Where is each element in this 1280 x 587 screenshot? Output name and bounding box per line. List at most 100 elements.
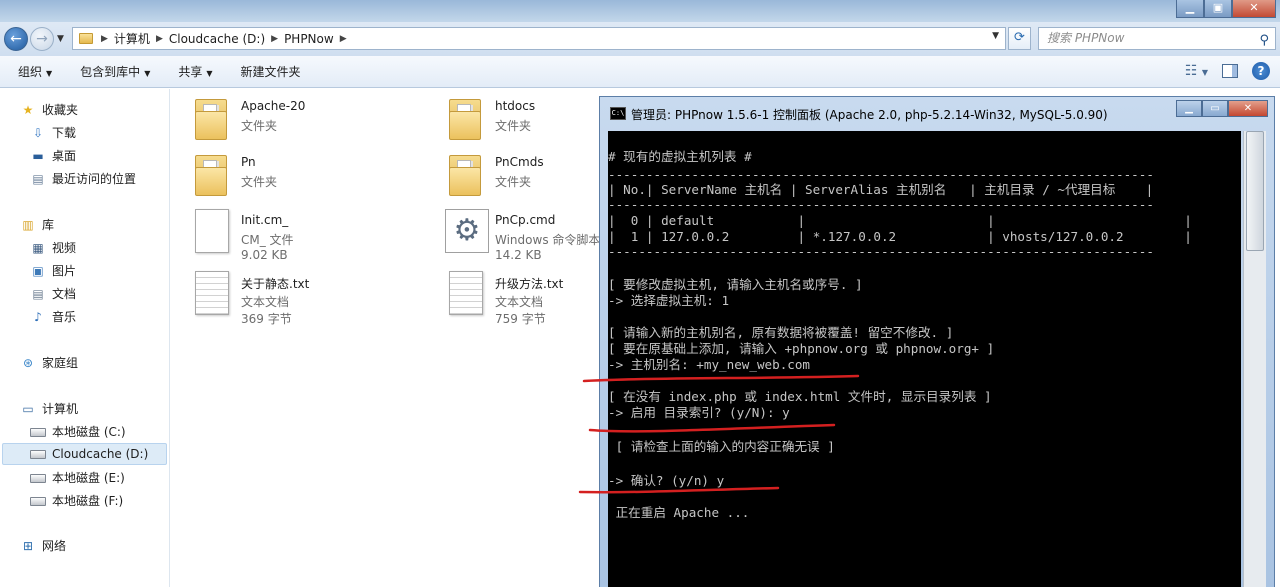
maximize-button[interactable]: ▣: [1204, 0, 1232, 18]
window-controls: ▁ ▣ ✕: [1176, 0, 1276, 18]
file-type: 文本文档: [495, 295, 544, 309]
chevron-right-icon[interactable]: ▶: [271, 34, 278, 44]
drive-icon: [30, 496, 46, 506]
console-line: ----------------------------------------…: [608, 244, 1154, 259]
scrollbar-thumb[interactable]: [1246, 131, 1264, 251]
breadcrumb-computer[interactable]: 计算机: [114, 30, 150, 47]
console-output[interactable]: # 现有的虚拟主机列表 # --------------------------…: [608, 131, 1241, 587]
sidebar-label: Cloudcache (D:): [52, 447, 149, 461]
sidebar-item-desktop[interactable]: ▬ 桌面: [30, 145, 76, 167]
sidebar-item-drive-f[interactable]: 本地磁盘 (F:): [30, 490, 123, 512]
folder-icon: [191, 151, 235, 197]
library-icon: ▥: [22, 218, 34, 232]
folder-icon: [445, 151, 489, 197]
file-name: 升级方法.txt: [495, 277, 564, 291]
sidebar-item-music[interactable]: ♪ 音乐: [30, 306, 76, 328]
file-size: 9.02 KB: [241, 248, 288, 262]
sidebar-label: 视频: [52, 241, 77, 255]
file-name: PnCp.cmd: [495, 213, 556, 227]
network-icon: ⊞: [22, 539, 34, 553]
address-bar[interactable]: ▶ 计算机 ▶ Cloudcache (D:) ▶ PHPNow ▶ ▼: [72, 27, 1006, 50]
sidebar-computer[interactable]: ▭ 计算机: [20, 398, 78, 420]
share-button[interactable]: 共享 ▼: [178, 63, 212, 80]
sidebar-homegroup[interactable]: ⊛ 家庭组: [20, 352, 78, 374]
file-type: 文件夹: [495, 119, 532, 133]
console-line: [ 请输入新的主机别名, 原有数据将被覆盖! 留空不修改. ]: [608, 325, 954, 340]
new-folder-button[interactable]: 新建文件夹: [241, 63, 301, 80]
organize-label: 组织: [18, 65, 43, 79]
drive-icon: [30, 449, 46, 459]
document-icon: ▤: [32, 287, 44, 301]
close-button[interactable]: ✕: [1232, 0, 1276, 18]
console-line: ----------------------------------------…: [608, 167, 1154, 182]
forward-button[interactable]: →: [30, 27, 54, 51]
drive-icon: [30, 473, 46, 483]
share-label: 共享: [178, 65, 203, 79]
file-name: Pn: [241, 155, 256, 169]
chevron-down-icon: ▼: [46, 69, 53, 78]
sidebar-item-recent[interactable]: ▤ 最近访问的位置: [30, 168, 136, 190]
sidebar-item-downloads[interactable]: ⇩ 下载: [30, 122, 76, 144]
file-size: 14.2 KB: [495, 248, 542, 262]
console-window[interactable]: C:\ 管理员: PHPnow 1.5.6-1 控制面板 (Apache 2.0…: [599, 96, 1275, 587]
sidebar-item-videos[interactable]: ▦ 视频: [30, 237, 76, 259]
console-scrollbar[interactable]: [1243, 131, 1266, 587]
text-file-icon: [445, 271, 489, 317]
console-line: [ 在没有 index.php 或 index.html 文件时, 显示目录列表…: [608, 389, 992, 404]
chevron-right-icon[interactable]: ▶: [340, 34, 347, 44]
sidebar-item-drive-e[interactable]: 本地磁盘 (E:): [30, 467, 125, 489]
console-line: [ 要在原基础上添加, 请输入 +phpnow.org 或 phpnow.org…: [608, 341, 995, 356]
sidebar-libraries[interactable]: ▥ 库: [20, 214, 54, 236]
sidebar-item-drive-c[interactable]: 本地磁盘 (C:): [30, 421, 126, 443]
file-name: PnCmds: [495, 155, 544, 169]
view-options-icon[interactable]: ☷ ▼: [1185, 63, 1208, 79]
console-line: [ 请检查上面的输入的内容正确无误 ]: [608, 439, 835, 454]
command-bar: 组织 ▼ 包含到库中 ▼ 共享 ▼ 新建文件夹 ☷ ▼ ?: [0, 56, 1280, 88]
sidebar-label: 下载: [52, 126, 77, 140]
refresh-button[interactable]: ⟳: [1008, 27, 1031, 50]
picture-icon: ▣: [32, 264, 44, 278]
navigation-pane: ★ 收藏夹 ⇩ 下载 ▬ 桌面 ▤ 最近访问的位置 ▥ 库 ▦ 视频 ▣ 图片 ▤ 文档 ♪ 音乐…: [0, 89, 170, 587]
sidebar-item-pictures[interactable]: ▣ 图片: [30, 260, 76, 282]
chevron-down-icon[interactable]: ▼: [992, 31, 999, 41]
recent-pages-dropdown[interactable]: ▼: [57, 34, 64, 44]
help-icon[interactable]: ?: [1252, 62, 1270, 80]
chevron-right-icon[interactable]: ▶: [156, 34, 163, 44]
preview-pane-icon[interactable]: [1222, 64, 1238, 78]
file-name: Apache-20: [241, 99, 306, 113]
chevron-down-icon: ▼: [206, 69, 213, 78]
console-close-button[interactable]: ✕: [1228, 100, 1268, 117]
file-size: 369 字节: [241, 312, 292, 326]
console-line: | 0 | default | | |: [608, 213, 1192, 228]
drive-icon: [30, 427, 46, 437]
include-in-library-button[interactable]: 包含到库中 ▼: [80, 63, 150, 80]
sidebar-item-documents[interactable]: ▤ 文档: [30, 283, 76, 305]
gear-script-icon: ⚙: [445, 209, 489, 255]
console-minimize-button[interactable]: ▁: [1176, 100, 1202, 117]
search-input[interactable]: 搜索 PHPNow ⚲: [1038, 27, 1276, 50]
file-type: 文件夹: [241, 175, 278, 189]
console-line: -> 确认? (y/n) y: [608, 473, 725, 488]
search-icon[interactable]: ⚲: [1259, 30, 1269, 51]
console-line: -> 启用 目录索引? (y/N): y: [608, 405, 790, 420]
console-titlebar[interactable]: C:\ 管理员: PHPnow 1.5.6-1 控制面板 (Apache 2.0…: [600, 97, 1274, 131]
homegroup-icon: ⊛: [22, 356, 34, 370]
file-size: 759 字节: [495, 312, 546, 326]
music-icon: ♪: [34, 310, 42, 324]
breadcrumb-drive[interactable]: Cloudcache (D:): [169, 32, 265, 46]
search-placeholder: 搜索 PHPNow: [1047, 31, 1125, 45]
sidebar-favorites[interactable]: ★ 收藏夹: [20, 99, 78, 121]
sidebar-network[interactable]: ⊞ 网络: [20, 535, 66, 557]
text-file-icon: [191, 271, 235, 317]
organize-button[interactable]: 组织 ▼: [18, 63, 52, 80]
chevron-right-icon: ▶: [101, 33, 108, 44]
address-row: ← → ▼ ▶ 计算机 ▶ Cloudcache (D:) ▶ PHPNow ▶…: [0, 22, 1280, 56]
breadcrumb-folder[interactable]: PHPNow: [284, 32, 334, 46]
back-button[interactable]: ←: [4, 27, 28, 51]
minimize-button[interactable]: ▁: [1176, 0, 1204, 18]
include-label: 包含到库中: [80, 65, 141, 79]
console-line: -> 选择虚拟主机: 1: [608, 293, 730, 308]
computer-icon: ▭: [22, 402, 34, 416]
console-maximize-button[interactable]: ▭: [1202, 100, 1228, 117]
sidebar-item-drive-d[interactable]: Cloudcache (D:): [2, 443, 167, 465]
